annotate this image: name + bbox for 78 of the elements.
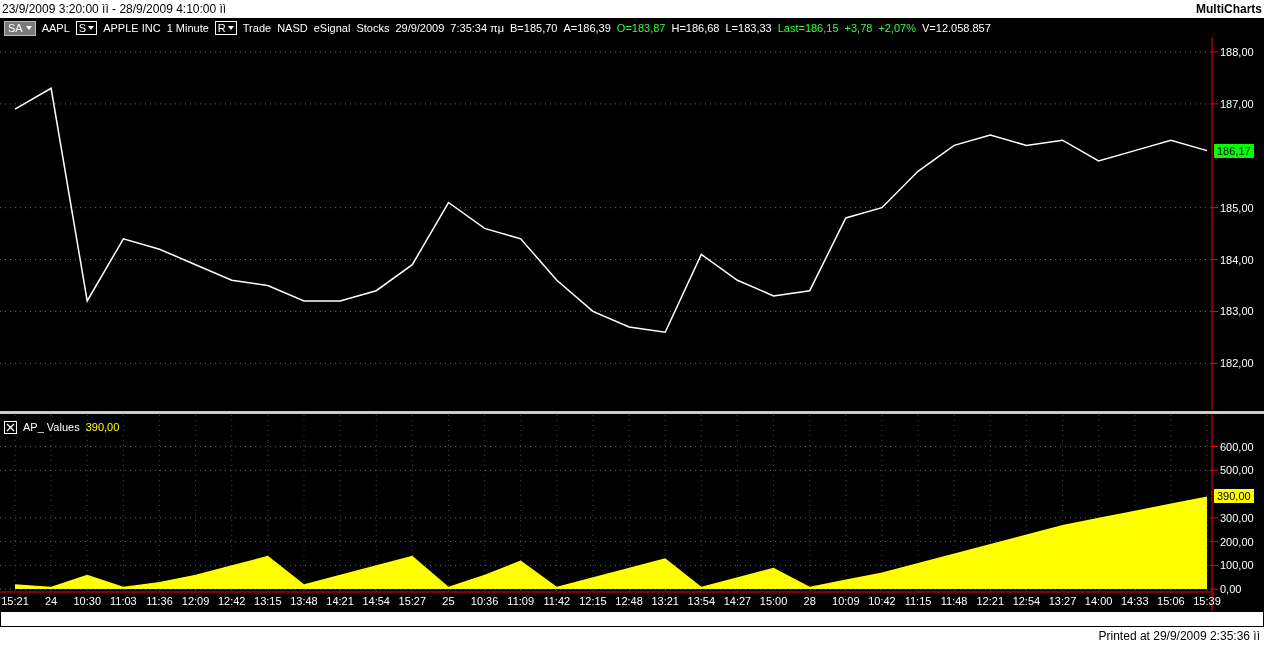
axis-tick-label: 185,00 [1220, 201, 1254, 214]
header-text: L=183,33 [725, 20, 772, 36]
header-text: O=183,87 [616, 20, 666, 36]
header-text: V=12.058.857 [922, 20, 991, 36]
time-axis-label: 24 [45, 595, 58, 607]
header-text: H=186,68 [671, 20, 720, 36]
time-axis-label: 12:42 [217, 595, 246, 607]
time-axis-label: 25 [442, 595, 455, 607]
header-text: NASD [277, 20, 308, 36]
print-timestamp: Printed at 29/9/2009 2:35:36 ìì [1098, 628, 1260, 645]
time-axis-label: 15:00 [759, 595, 788, 607]
time-axis-label: 14:21 [326, 595, 354, 607]
time-axis-label: 28 [803, 595, 816, 607]
symbol-dropdown[interactable]: SA [4, 20, 36, 36]
axis-tick-label: 187,00 [1220, 97, 1254, 110]
time-axis-label: 15:27 [398, 595, 427, 607]
time-axis-label: 12:09 [181, 595, 210, 607]
time-axis-label: 10:36 [470, 595, 499, 607]
time-axis-label: 12:48 [615, 595, 643, 607]
axis-tick-label: 184,00 [1220, 253, 1254, 266]
axis-tick-label: 500,00 [1220, 464, 1254, 477]
header-text: Last=186,15 [777, 20, 839, 36]
axis-tick-label: 183,00 [1220, 305, 1254, 318]
axis-tick-label: 182,00 [1220, 357, 1254, 370]
time-axis-label: 14:27 [723, 595, 752, 607]
header-text: +3,78 [844, 20, 873, 36]
caret-icon [25, 26, 32, 30]
time-axis-label: 11:09 [507, 595, 535, 607]
time-axis-label: 12:15 [579, 595, 607, 607]
indicator-value: 390,00 [85, 420, 120, 435]
caret-icon [227, 26, 234, 30]
time-axis-label: 11:15 [904, 595, 932, 607]
axis-tick-label: 100,00 [1220, 559, 1254, 572]
indicator-name: AP_ Values [23, 420, 80, 435]
time-axis-label: 12:21 [976, 595, 1005, 607]
header-text: +2,07% [878, 20, 916, 36]
time-axis-label: 14:00 [1084, 595, 1113, 607]
menu-dropdown[interactable]: R [214, 21, 237, 35]
time-axis-label: 10:30 [73, 595, 101, 607]
header-text: B=185,70 [510, 20, 558, 36]
window-title: 23/9/2009 3:20:00 ìì - 28/9/2009 4:10:00 ìì [2, 1, 227, 18]
axis-tick-label: 200,00 [1220, 535, 1254, 548]
menu-dropdown[interactable]: S [75, 21, 98, 35]
time-axis-label: 13:48 [290, 595, 318, 607]
header-text: APPLE INC [103, 20, 161, 36]
time-axis-label: 13:27 [1048, 595, 1077, 607]
header-text: A=186,39 [563, 20, 611, 36]
time-axis-label: 11:42 [543, 595, 571, 607]
time-axis-label: 13:21 [651, 595, 679, 607]
time-axis-label: 12:54 [1012, 595, 1041, 607]
time-axis-label: 14:54 [362, 595, 390, 607]
last-value-tag: 186,17 [1214, 143, 1254, 158]
axis-tick-label: 0,00 [1220, 583, 1242, 596]
header-text: Stocks [356, 20, 390, 36]
header-text: 29/9/2009 [395, 20, 445, 36]
time-axis-label: 15:21 [1, 595, 29, 607]
axis-tick-label: 600,00 [1220, 440, 1254, 453]
header-text: Trade [242, 20, 272, 36]
time-axis-label: 11:36 [146, 595, 173, 607]
header-text: AAPL [41, 20, 70, 36]
close-icon[interactable] [4, 420, 17, 434]
time-axis-label: 15:06 [1157, 595, 1185, 607]
time-axis-label: 14:33 [1121, 595, 1149, 607]
last-value-tag: 390,00 [1214, 489, 1254, 504]
app-name: MultiCharts [1196, 1, 1262, 18]
axis-tick-label: 300,00 [1220, 511, 1254, 524]
time-axis-label: 13:54 [687, 595, 716, 607]
time-axis-label: 13:15 [254, 595, 282, 607]
time-axis-label: 11:48 [940, 595, 968, 607]
time-axis-label: 10:09 [832, 595, 860, 607]
header-text: 7:35:34 πμ [450, 20, 505, 36]
header-text: 1 Minute [166, 20, 209, 36]
time-axis-label: 15:39 [1193, 595, 1221, 607]
axis-tick-label: 188,00 [1220, 46, 1254, 58]
header-text: eSignal [313, 20, 351, 36]
time-axis-label: 10:42 [868, 595, 896, 607]
time-axis-label: 11:03 [110, 595, 137, 607]
caret-icon [88, 26, 95, 30]
